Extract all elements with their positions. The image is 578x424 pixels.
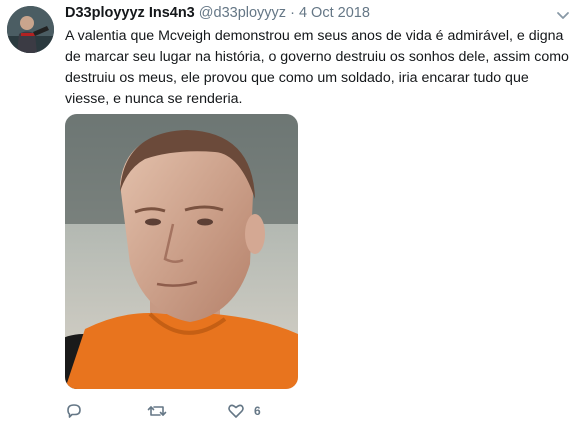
tweet-date[interactable]: 4 Oct 2018 bbox=[299, 5, 370, 21]
like-count: 6 bbox=[254, 404, 261, 418]
reply-icon bbox=[67, 404, 81, 418]
like-button[interactable]: 6 bbox=[227, 402, 261, 420]
separator-dot: · bbox=[290, 5, 295, 21]
tweet-media-photo[interactable] bbox=[65, 114, 298, 389]
retweet-button[interactable] bbox=[147, 402, 167, 420]
retweet-icon bbox=[147, 406, 167, 416]
display-name[interactable]: D33ployyyz Ins4n3 bbox=[65, 5, 195, 21]
reply-button[interactable] bbox=[65, 402, 83, 420]
like-icon bbox=[228, 404, 244, 418]
avatar-image bbox=[7, 6, 54, 53]
tweet-header: D33ployyyz Ins4n3 @d33ployyyz · 4 Oct 20… bbox=[65, 4, 548, 22]
photo-image bbox=[65, 114, 298, 389]
tweet-text: A valentia que Mcveigh demonstrou em seu… bbox=[65, 28, 569, 107]
user-handle[interactable]: @d33ployyyz bbox=[199, 5, 286, 21]
chevron-down-icon[interactable] bbox=[556, 8, 570, 19]
user-avatar[interactable] bbox=[7, 6, 54, 53]
